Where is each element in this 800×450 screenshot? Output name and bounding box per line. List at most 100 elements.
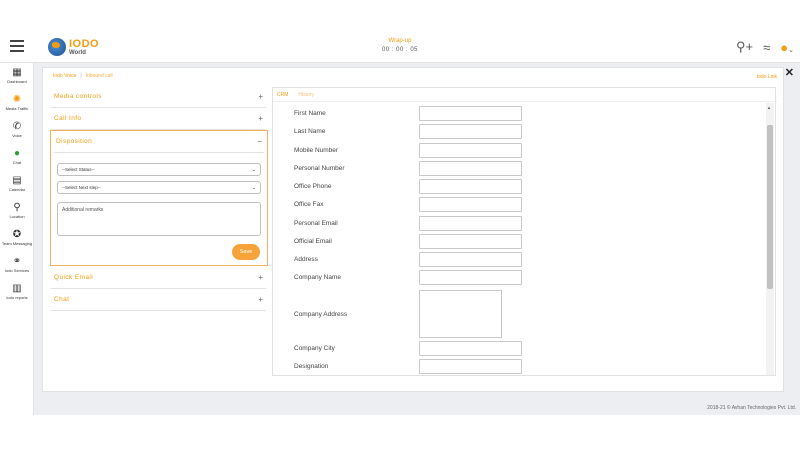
additional-remarks-textarea[interactable]: Additional remarks xyxy=(57,202,261,236)
sidebar-item-dashboard[interactable]: ▦ Dashboard xyxy=(0,63,34,90)
field-label: Official Email xyxy=(294,238,332,245)
form-row-mobile-number: Mobile Number xyxy=(294,143,526,158)
personal-number-input[interactable] xyxy=(419,161,522,176)
accordion-header-call-info[interactable]: Call Info + xyxy=(51,108,266,130)
expand-icon: + xyxy=(258,295,263,304)
field-label: Office Phone xyxy=(294,183,332,190)
chevron-down-icon: ⌄ xyxy=(251,184,256,191)
scrollbar[interactable]: ▲ xyxy=(766,103,774,375)
sidebar-item-label: Dashboard xyxy=(7,79,27,85)
field-label: Company City xyxy=(294,345,335,352)
accordion-call-info: Call Info + xyxy=(51,108,266,130)
designation-input[interactable] xyxy=(419,359,522,374)
globe-icon xyxy=(48,38,66,56)
sidebar-item-chat[interactable]: ● Chat xyxy=(0,144,34,171)
office-fax-input[interactable] xyxy=(419,197,522,212)
top-bar: IODO World Wrap-up 00 : 00 : 05 ⚲+ ≈ ●⌄ xyxy=(0,30,800,63)
tab-crm[interactable]: CRM xyxy=(277,92,288,98)
sidebar-item-team-messaging[interactable]: ✪ Team Messaging xyxy=(0,225,34,252)
phone-icon: ✆ xyxy=(12,121,22,133)
accordion-header-chat[interactable]: Chat + xyxy=(51,289,266,311)
form-row-company-name: Company Name xyxy=(294,270,526,285)
mobile-number-input[interactable] xyxy=(419,143,522,158)
avatar-icon[interactable]: ●⌄ xyxy=(780,40,794,55)
scroll-thumb[interactable] xyxy=(767,125,773,289)
form-row-company-city: Company City xyxy=(294,341,526,356)
field-label: Company Name xyxy=(294,274,341,281)
collapse-icon: − xyxy=(257,137,262,146)
logo-sub: World xyxy=(69,49,86,56)
accordion-header-disposition[interactable]: Disposition − xyxy=(54,131,264,153)
crm-panel: CRM History First Name Last Name Mobile … xyxy=(272,87,777,376)
company-city-input[interactable] xyxy=(419,341,522,356)
address-input[interactable] xyxy=(419,252,522,267)
expand-icon: + xyxy=(258,273,263,282)
save-button[interactable]: Save xyxy=(232,244,260,260)
scroll-up-icon[interactable]: ▲ xyxy=(767,105,771,110)
sidebar-item-location[interactable]: ⚲ Location xyxy=(0,198,34,225)
accordion-header-quick-email[interactable]: Quick Email + xyxy=(51,267,266,289)
accordion-media-controls: Media controls + xyxy=(51,86,266,108)
form-row-personal-email: Personal Email xyxy=(294,216,526,231)
team-messaging-icon: ✪ xyxy=(12,229,22,241)
field-label: Mobile Number xyxy=(294,147,339,154)
field-label: Office Fax xyxy=(294,201,324,208)
tab-divider xyxy=(273,101,777,102)
accordion-quick-email: Quick Email + xyxy=(51,267,266,289)
expand-icon: + xyxy=(258,114,263,123)
accordion-title: Media controls xyxy=(54,93,102,100)
field-label: Company Address xyxy=(294,310,348,318)
expand-icon: + xyxy=(258,92,263,101)
form-row-official-email: Official Email xyxy=(294,234,526,249)
official-email-input[interactable] xyxy=(419,234,522,249)
hamburger-menu-icon[interactable] xyxy=(10,40,24,52)
tab-history[interactable]: History xyxy=(298,92,314,98)
calendar-icon: ▤ xyxy=(12,175,22,187)
sidebar: ▦ Dashboard ✺ Media Traffic ✆ Voice ● Ch… xyxy=(0,63,34,415)
sidebar-item-media-traffic[interactable]: ✺ Media Traffic xyxy=(0,90,34,117)
sidebar-item-calendar[interactable]: ▤ Calendar xyxy=(0,171,34,198)
form-row-designation: Designation xyxy=(294,359,526,374)
field-label: Personal Number xyxy=(294,165,345,172)
accordion-title: Quick Email xyxy=(54,274,94,281)
personal-email-input[interactable] xyxy=(419,216,522,231)
wifi-icon[interactable]: ≈ xyxy=(763,40,770,55)
accordion-header-media-controls[interactable]: Media controls + xyxy=(51,86,266,108)
office-phone-input[interactable] xyxy=(419,179,522,194)
wrap-up-title: Wrap-up xyxy=(388,38,412,44)
add-user-icon[interactable]: ⚲+ xyxy=(736,39,753,55)
footer-copyright: 2018-21 © Avhan Technologies Pvt. Ltd. xyxy=(707,405,796,411)
sidebar-item-voice[interactable]: ✆ Voice xyxy=(0,117,34,144)
accordion-title: Chat xyxy=(54,296,70,303)
media-traffic-icon: ✺ xyxy=(12,94,22,106)
next-step-select[interactable]: --Select Next step-- ⌄ xyxy=(57,181,261,194)
breadcrumb-sub: Inbound call xyxy=(85,73,113,79)
status-select-value: --Select Status-- xyxy=(62,167,95,172)
field-label: Address xyxy=(294,256,318,263)
sidebar-item-label: Team Messaging xyxy=(1,241,33,247)
location-icon: ⚲ xyxy=(13,202,21,214)
iodo-link[interactable]: Iodo Link xyxy=(757,74,777,80)
form-row-office-phone: Office Phone xyxy=(294,179,526,194)
sidebar-item-label: Location xyxy=(9,214,25,220)
first-name-input[interactable] xyxy=(419,106,522,121)
logo: IODO World xyxy=(48,37,99,57)
company-name-input[interactable] xyxy=(419,270,522,285)
sidebar-item-iodo-services[interactable]: ⚭ Iodo Services xyxy=(0,252,34,279)
field-label: Designation xyxy=(294,363,329,370)
field-label: First Name xyxy=(294,110,326,117)
dashboard-icon: ▦ xyxy=(12,67,22,79)
sidebar-item-label: Chat xyxy=(12,160,22,166)
chevron-down-icon: ⌄ xyxy=(251,166,256,173)
breadcrumb-main[interactable]: Iodo Voice xyxy=(53,73,76,79)
form-row-office-fax: Office Fax xyxy=(294,197,526,212)
form-row-personal-number: Personal Number xyxy=(294,161,526,176)
field-label: Personal Email xyxy=(294,220,338,227)
status-select[interactable]: --Select Status-- ⌄ xyxy=(57,163,261,176)
close-icon[interactable]: ✕ xyxy=(785,66,794,79)
sidebar-item-iodo-reports[interactable]: ▥ Iodo reports xyxy=(0,279,34,306)
last-name-input[interactable] xyxy=(419,124,522,139)
form-row-company-address: Company Address xyxy=(294,289,526,339)
company-address-textarea[interactable] xyxy=(419,290,502,338)
sidebar-item-label: Iodo reports xyxy=(6,295,28,301)
